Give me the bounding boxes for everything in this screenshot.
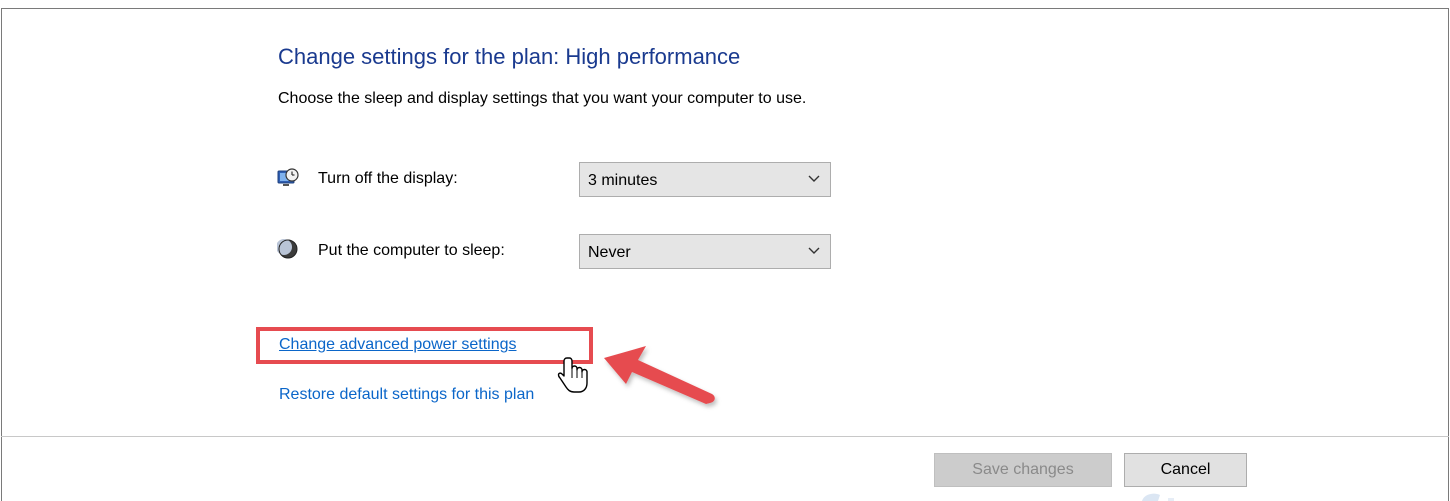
display-timeout-label: Turn off the display: xyxy=(318,170,458,187)
display-timeout-select[interactable]: 3 minutes xyxy=(579,162,831,197)
display-timeout-value: 3 minutes xyxy=(588,172,658,189)
page-title: Change settings for the plan: High perfo… xyxy=(278,44,741,69)
save-changes-button[interactable]: Save changes xyxy=(934,453,1112,487)
cancel-button[interactable]: Cancel xyxy=(1124,453,1247,487)
restore-defaults-link[interactable]: Restore default settings for this plan xyxy=(279,386,534,404)
chevron-down-icon xyxy=(808,247,820,254)
highlight-annotation xyxy=(256,327,593,364)
power-plan-window: Change settings for the plan: High perfo… xyxy=(0,0,1450,501)
chevron-down-icon xyxy=(808,175,820,182)
sleep-timeout-label: Put the computer to sleep: xyxy=(318,242,505,259)
monitor-clock-icon xyxy=(277,168,299,186)
moon-icon xyxy=(277,239,298,259)
sleep-timeout-value: Never xyxy=(588,244,631,261)
red-arrow-annotation xyxy=(604,346,715,404)
footer-divider xyxy=(1,436,1449,437)
sleep-timeout-select[interactable]: Never xyxy=(579,234,831,269)
page-subtitle: Choose the sleep and display settings th… xyxy=(278,90,807,107)
watermark-logo xyxy=(1142,493,1174,501)
hand-pointer-icon xyxy=(557,357,588,393)
